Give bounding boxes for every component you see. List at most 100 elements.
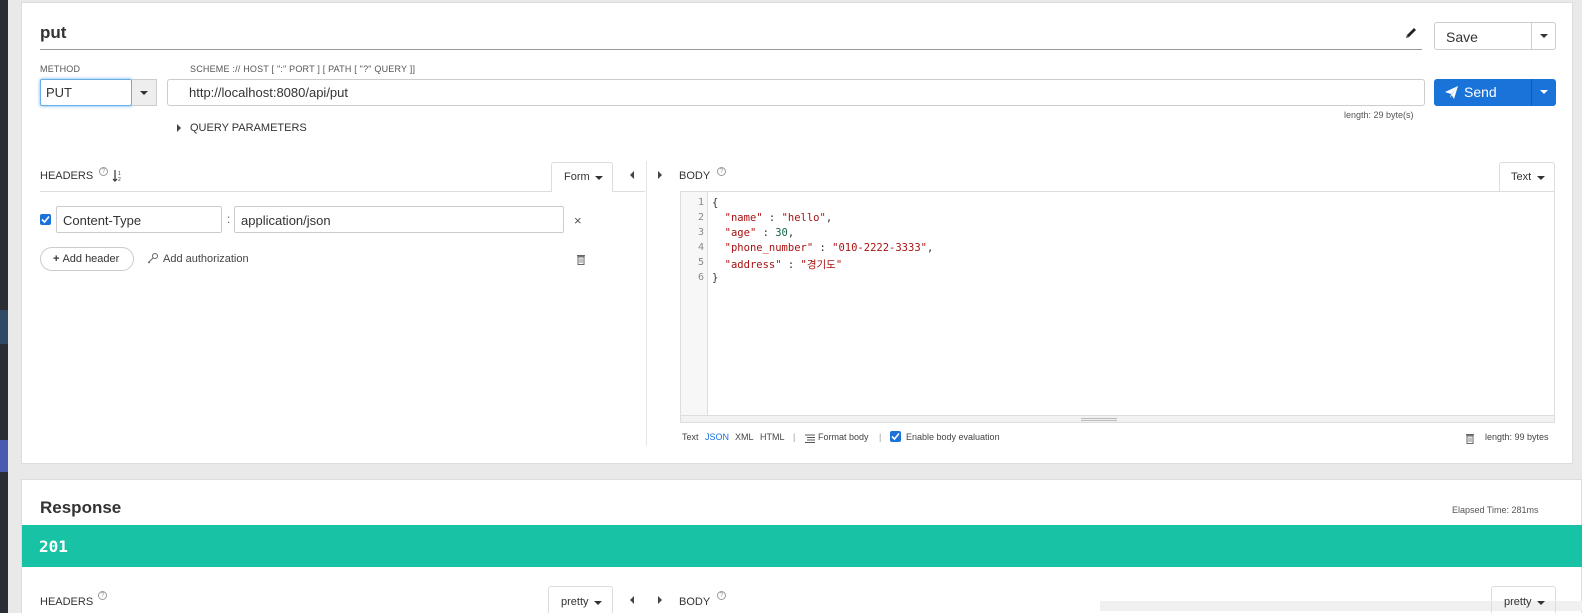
json-comma: ,: [926, 242, 934, 254]
chevron-down-icon: [594, 601, 602, 605]
code-brace: {: [712, 197, 719, 209]
header-enabled-checkbox[interactable]: [40, 214, 51, 225]
enable-body-evaluation-label: Enable body evaluation: [906, 432, 1000, 442]
line-number: 2: [697, 212, 704, 223]
body-mode-label: Text: [1511, 171, 1532, 183]
grip-icon: [1081, 418, 1117, 421]
format-html-option[interactable]: HTML: [760, 432, 785, 442]
sidebar-highlight-active: [0, 440, 8, 472]
body-length: length: 99 bytes: [1485, 432, 1549, 442]
body-mode-dropdown[interactable]: Text: [1499, 162, 1555, 192]
json-separator: :: [813, 242, 833, 254]
format-json-option[interactable]: JSON: [705, 432, 729, 442]
save-button-divider: [1531, 23, 1532, 49]
header-key-input[interactable]: Content-Type: [56, 206, 222, 233]
code-line: "phone_number" : "010-2222-3333",: [712, 242, 934, 254]
response-headers-title: HEADERS: [40, 596, 94, 608]
sort-icon[interactable]: 1 2: [112, 169, 124, 182]
chevron-down-icon: [1537, 176, 1545, 180]
key-icon: [147, 253, 158, 264]
request-panel: put Save METHOD SCHEME :// HOST [ ":" PO…: [21, 2, 1573, 464]
trash-icon[interactable]: [1465, 433, 1475, 444]
send-button[interactable]: Send: [1434, 79, 1556, 106]
add-authorization-link[interactable]: Add authorization: [163, 253, 249, 265]
query-parameters-toggle[interactable]: QUERY PARAMETERS: [190, 122, 307, 134]
headers-form-dropdown[interactable]: Form: [551, 162, 613, 192]
response-headers-mode-dropdown[interactable]: pretty: [548, 586, 613, 613]
send-button-divider: [1531, 79, 1532, 106]
svg-text:2: 2: [118, 177, 121, 182]
chevron-down-icon: [140, 91, 148, 95]
chevron-down-icon: [595, 176, 603, 180]
method-dropdown-button[interactable]: [132, 79, 157, 106]
request-name-underline: [40, 49, 1422, 50]
body-editor[interactable]: 1 2 3 4 5 6 { "name" : "hello", "age" : …: [680, 191, 1555, 423]
headers-section-title: HEADERS: [40, 170, 94, 182]
status-code: 201: [39, 537, 68, 556]
response-title: Response: [40, 498, 122, 517]
separator: |: [793, 432, 796, 442]
save-button[interactable]: Save: [1434, 22, 1556, 50]
line-number: 1: [697, 197, 704, 208]
json-key: "address": [724, 259, 782, 271]
save-button-label: Save: [1446, 29, 1478, 45]
json-string: "hello": [781, 212, 826, 224]
paper-plane-icon: [1445, 86, 1458, 99]
json-string: "경기도": [800, 259, 843, 271]
json-key: "phone_number": [724, 242, 814, 254]
code-line: "address" : "경기도": [712, 257, 843, 272]
code-line: }: [712, 272, 718, 284]
collapse-right-icon[interactable]: [658, 171, 662, 179]
json-key: "age": [724, 227, 757, 239]
headers-form-label: Form: [564, 171, 590, 183]
method-label: METHOD: [40, 64, 81, 74]
code-line: {: [712, 197, 718, 209]
panel-splitter[interactable]: [646, 161, 647, 446]
line-number-gutter: 1 2 3 4 5 6: [681, 192, 708, 415]
json-key: "name": [724, 212, 763, 224]
chevron-down-icon[interactable]: [1540, 34, 1548, 38]
body-section-title: BODY: [679, 170, 711, 182]
url-length: length: 29 byte(s): [1344, 110, 1414, 120]
pencil-icon[interactable]: [1403, 25, 1419, 41]
editor-resize-handle[interactable]: [681, 415, 1554, 422]
response-body-mode-dropdown[interactable]: pretty: [1491, 586, 1556, 613]
chevron-down-icon: [1537, 601, 1545, 605]
separator: |: [879, 432, 882, 442]
elapsed-time: Elapsed Time: 281ms: [1452, 505, 1539, 515]
help-icon[interactable]: ?: [99, 167, 108, 176]
json-comma: ,: [787, 227, 795, 239]
line-number: 4: [697, 242, 704, 253]
add-header-button[interactable]: + Add header: [40, 247, 134, 271]
url-input[interactable]: http://localhost:8080/api/put: [167, 79, 1425, 106]
plus-icon: +: [53, 253, 60, 265]
format-xml-option[interactable]: XML: [735, 432, 754, 442]
format-lines-icon: [805, 434, 815, 443]
format-text-option[interactable]: Text: [682, 432, 699, 442]
trash-icon[interactable]: [576, 254, 586, 265]
help-icon[interactable]: ?: [717, 167, 726, 176]
expand-triangle-icon[interactable]: [177, 124, 181, 132]
format-body-button[interactable]: Format body: [818, 432, 869, 442]
chevron-down-icon[interactable]: [1540, 90, 1548, 94]
help-icon[interactable]: ?: [717, 591, 726, 600]
collapse-left-icon[interactable]: [630, 171, 634, 179]
close-icon[interactable]: ×: [574, 213, 582, 228]
collapse-right-icon[interactable]: [658, 596, 662, 604]
header-value-input[interactable]: application/json: [234, 206, 564, 233]
json-separator: :: [756, 227, 776, 239]
header-colon: :: [227, 212, 231, 226]
response-headers-mode-label: pretty: [561, 596, 589, 608]
json-separator: :: [781, 259, 801, 271]
enable-body-evaluation-checkbox[interactable]: [890, 431, 901, 442]
status-bar: 201: [22, 525, 1582, 567]
code-brace: }: [712, 272, 719, 284]
method-input[interactable]: PUT: [40, 79, 132, 106]
response-body-mode-label: pretty: [1504, 596, 1532, 608]
json-number: 30: [775, 227, 788, 239]
line-number: 5: [697, 257, 704, 268]
help-icon[interactable]: ?: [98, 591, 107, 600]
json-comma: ,: [825, 212, 833, 224]
collapse-left-icon[interactable]: [630, 596, 634, 604]
request-name[interactable]: put: [40, 23, 66, 43]
